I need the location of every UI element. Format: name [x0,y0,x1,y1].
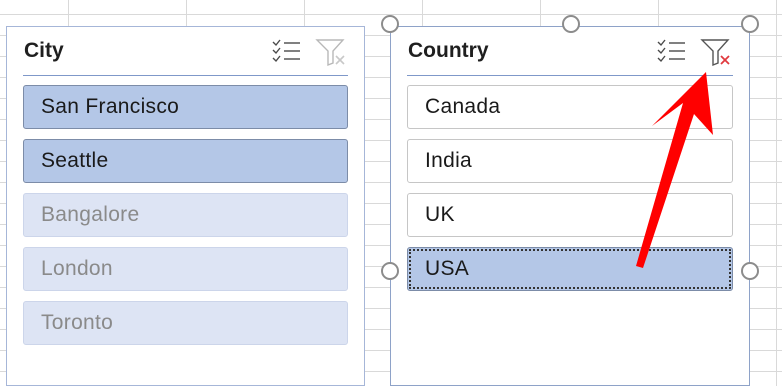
slicer-item-canada[interactable]: Canada [407,85,733,129]
resize-handle-middle-right[interactable] [741,262,759,280]
country-slicer-header: Country [407,27,733,76]
slicer-item-toronto[interactable]: Toronto [23,301,348,345]
slicer-item-uk[interactable]: UK [407,193,733,237]
resize-handle-top-right[interactable] [741,15,759,33]
resize-handle-top-middle[interactable] [562,15,580,33]
resize-handle-middle-left[interactable] [381,262,399,280]
slicer-title: City [24,39,64,62]
city-item-list: San Francisco Seattle Bangalore London T… [23,85,348,355]
city-slicer-header: City [23,27,348,76]
city-slicer: City San Francisco Seattle Bangalore Lon… [6,26,365,386]
multi-select-icon[interactable] [655,37,689,67]
slicer-item-bangalore[interactable]: Bangalore [23,193,348,237]
slicer-item-san-francisco[interactable]: San Francisco [23,85,348,129]
clear-filter-icon[interactable] [314,37,348,67]
slicer-item-usa[interactable]: USA [407,247,733,291]
resize-handle-top-left[interactable] [381,15,399,33]
slicer-item-seattle[interactable]: Seattle [23,139,348,183]
country-item-list: Canada India UK USA [407,85,733,301]
clear-filter-icon[interactable] [699,37,733,67]
slicer-item-india[interactable]: India [407,139,733,183]
slicer-title: Country [408,39,489,62]
country-slicer[interactable]: Country Canada India UK USA [390,26,750,386]
slicer-item-london[interactable]: London [23,247,348,291]
multi-select-icon[interactable] [270,37,304,67]
